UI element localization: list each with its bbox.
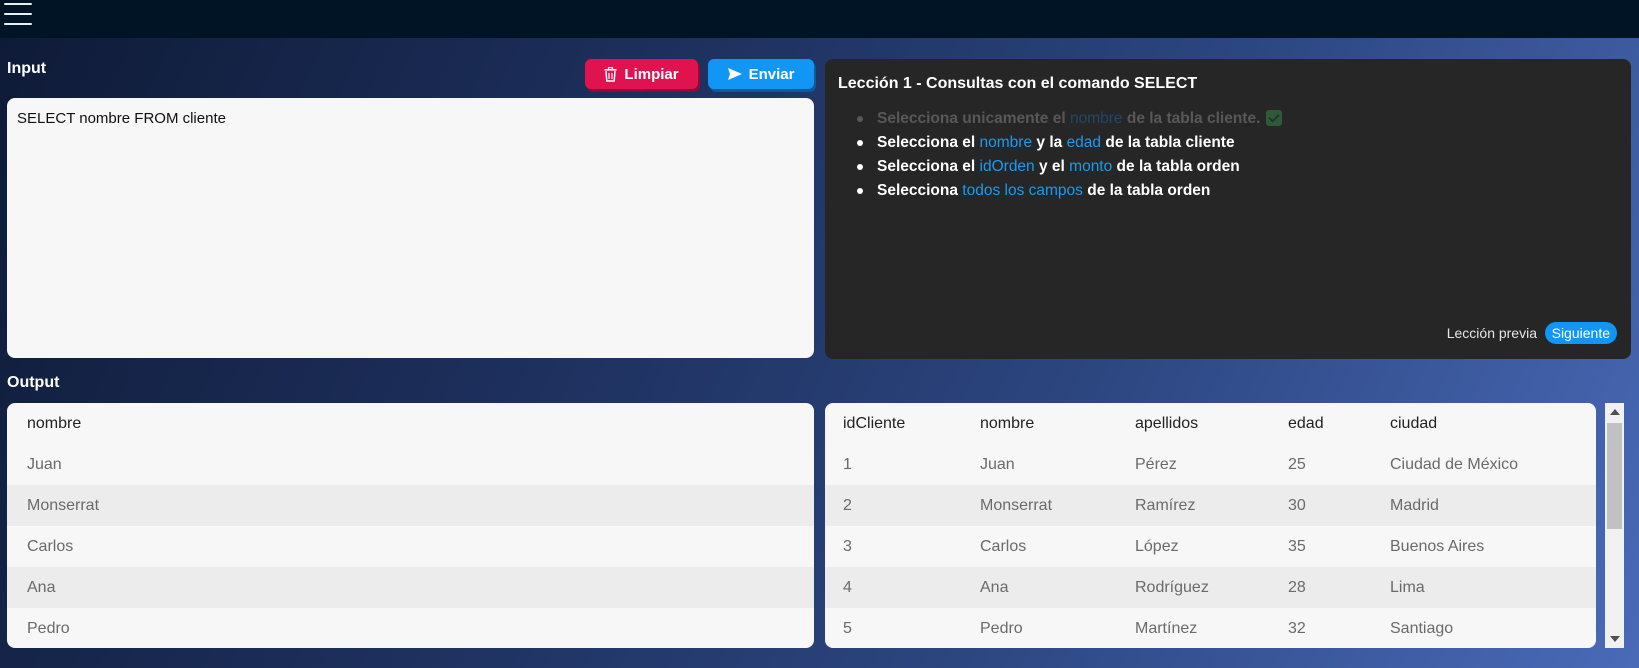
table-cell: 1 (843, 455, 852, 473)
check-icon (1266, 110, 1283, 126)
sql-query-text[interactable]: SELECT nombre FROM cliente (17, 110, 226, 127)
column-header: apellidos (1135, 414, 1199, 432)
table-cell: 25 (1288, 455, 1306, 473)
output-label: Output (7, 374, 60, 391)
table-cell: Juan (980, 455, 1015, 473)
column-header: idCliente (843, 414, 906, 432)
previous-lesson-link[interactable]: Lección previa (1447, 325, 1537, 341)
hamburger-menu-icon[interactable] (4, 3, 32, 25)
table-row: 4 Ana Rodríguez 28 Lima (825, 567, 1596, 608)
table-cell: Pedro (980, 619, 1023, 637)
input-label: Input (7, 60, 47, 77)
table-cell: 4 (843, 578, 852, 596)
table-cell: Ana (980, 578, 1009, 596)
reference-table: idCliente nombre apellidos edad ciudad 1… (825, 403, 1596, 648)
table-cell: Pedro (27, 619, 70, 637)
table-cell: Lima (1390, 578, 1425, 596)
lesson-task-list: Selecciona unicamente el nombre de la ta… (857, 107, 1283, 203)
send-button-label: Enviar (748, 65, 795, 83)
scroll-up-arrow-icon[interactable] (1610, 409, 1620, 415)
send-icon (727, 68, 742, 80)
table-row: Juan (7, 444, 814, 485)
scroll-down-arrow-icon[interactable] (1610, 636, 1620, 642)
table-row: 3 Carlos López 35 Buenos Aires (825, 526, 1596, 567)
clear-button-label: Limpiar (624, 65, 679, 83)
table-row: Monserrat (7, 485, 814, 526)
column-header: nombre (980, 414, 1035, 432)
send-button[interactable]: Enviar (708, 59, 814, 89)
lesson-task: Selecciona todos los campos de la tabla … (857, 179, 1282, 203)
table-cell: Santiago (1390, 619, 1454, 637)
table-row: 5 Pedro Martínez 32 Santiago (825, 608, 1596, 648)
clear-button[interactable]: Limpiar (585, 59, 698, 89)
table-row: 2 Monserrat Ramírez 30 Madrid (825, 485, 1596, 526)
table-cell: Carlos (27, 537, 74, 555)
table-row: Carlos (7, 526, 814, 567)
table-cell: Pérez (1135, 455, 1177, 473)
table-cell: 5 (843, 619, 852, 637)
table-cell: 28 (1288, 578, 1306, 596)
table-scrollbar[interactable] (1605, 403, 1624, 648)
table-cell: Ciudad de México (1390, 455, 1519, 473)
table-row: Ana (7, 567, 814, 608)
table-cell: 2 (843, 496, 852, 514)
table-cell: 35 (1288, 537, 1306, 555)
next-lesson-button[interactable]: Siguiente (1544, 322, 1617, 344)
lesson-panel: Lección 1 - Consultas con el comando SEL… (825, 59, 1631, 359)
table-cell: 30 (1288, 496, 1306, 514)
table-cell: Buenos Aires (1390, 537, 1485, 555)
column-header: edad (1288, 414, 1324, 432)
table-row: 1 Juan Pérez 25 Ciudad de México (825, 444, 1596, 485)
table-cell: Carlos (980, 537, 1027, 555)
table-cell: Rodríguez (1135, 578, 1209, 596)
table-header-row: nombre (7, 403, 814, 444)
table-cell: López (1135, 537, 1179, 555)
top-bar (0, 0, 1639, 38)
lesson-task: Selecciona el idOrden y el monto de la t… (857, 155, 1282, 179)
column-header: ciudad (1390, 414, 1438, 432)
lesson-title: Lección 1 - Consultas con el comando SEL… (838, 75, 1198, 92)
column-header: nombre (27, 414, 82, 432)
trash-icon (604, 66, 617, 82)
table-row: Pedro (7, 608, 814, 648)
table-cell: 32 (1288, 619, 1306, 637)
table-cell: Madrid (1390, 496, 1439, 514)
lesson-task: Selecciona unicamente el nombre de la ta… (857, 107, 1283, 131)
query-result-table: nombre Juan Monserrat Carlos Ana Pedro (7, 403, 814, 648)
table-cell: Juan (27, 455, 62, 473)
table-cell: 3 (843, 537, 852, 555)
table-cell: Ramírez (1135, 496, 1196, 514)
scroll-thumb[interactable] (1607, 423, 1622, 529)
table-cell: Ana (27, 578, 56, 596)
table-cell: Martínez (1135, 619, 1198, 637)
table-header-row: idCliente nombre apellidos edad ciudad (825, 403, 1596, 444)
sql-editor[interactable]: SELECT nombre FROM cliente (7, 98, 814, 358)
table-cell: Monserrat (980, 496, 1053, 514)
lesson-task: Selecciona el nombre y la edad de la tab… (857, 131, 1282, 155)
table-cell: Monserrat (27, 496, 100, 514)
